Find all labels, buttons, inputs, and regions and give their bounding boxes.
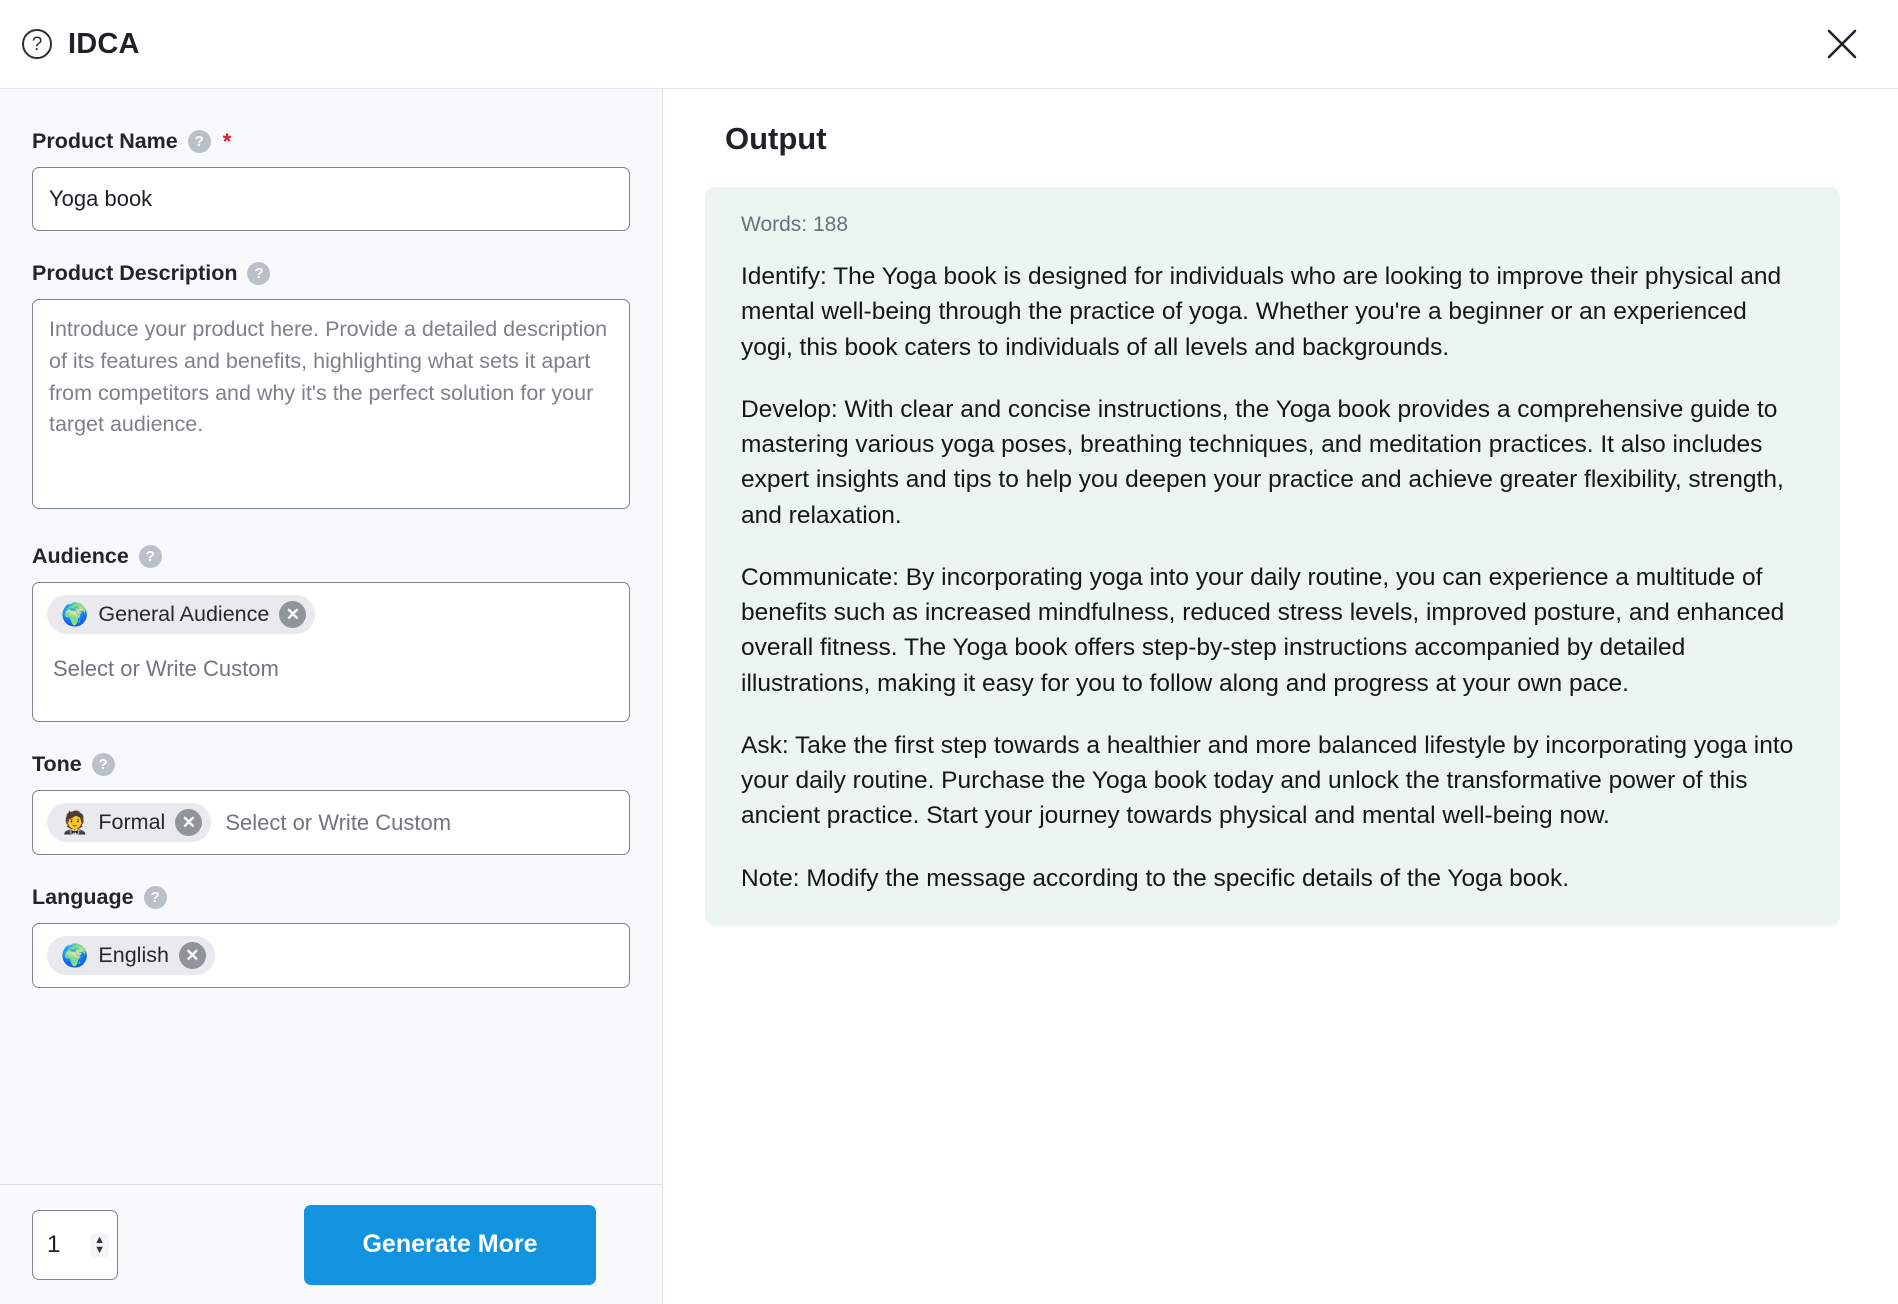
chip-remove-icon[interactable]: ✕: [175, 809, 203, 836]
word-count-label: Words: 188: [741, 213, 848, 236]
form-panel: Product Name ? * Product Description ?: [0, 89, 663, 1304]
output-paragraph-ask: Ask: Take the first step towards a healt…: [741, 731, 1794, 830]
help-icon-audience[interactable]: ?: [138, 545, 162, 568]
help-icon-product-name[interactable]: ?: [187, 130, 211, 153]
close-icon[interactable]: [1820, 22, 1864, 66]
product-name-input[interactable]: [32, 167, 630, 231]
chevron-up-icon[interactable]: ▲: [94, 1234, 105, 1245]
page-title: IDCA: [68, 27, 140, 60]
modal-body: Product Name ? * Product Description ?: [0, 89, 1898, 1304]
help-icon-product-description[interactable]: ?: [247, 262, 271, 285]
form-scroll-area[interactable]: Product Name ? * Product Description ?: [0, 89, 662, 1184]
form-footer: 1 ▲ ▼ Generate More: [0, 1184, 662, 1304]
tone-chip-input[interactable]: 🤵 Formal ✕ Select or Write Custom: [32, 790, 630, 855]
chip-general-audience: 🌍 General Audience ✕: [47, 595, 316, 634]
tone-placeholder: Select or Write Custom: [225, 809, 452, 835]
field-product-description: Product Description ?: [32, 261, 630, 514]
globe-icon: 🌍: [61, 942, 89, 968]
modal-titlebar: ? IDCA: [0, 0, 1898, 89]
chevron-down-icon[interactable]: ▼: [94, 1244, 105, 1255]
audience-label: Audience: [32, 544, 129, 568]
language-label-row: Language ?: [32, 885, 630, 910]
required-asterisk: *: [222, 128, 232, 154]
tone-label-row: Tone ?: [32, 752, 630, 777]
language-chip-input[interactable]: 🌍 English ✕: [32, 923, 630, 988]
chip-formal: 🤵 Formal ✕: [47, 803, 212, 842]
stepper-spinners: ▲ ▼: [90, 1232, 109, 1257]
globe-icon: 🌍: [61, 601, 89, 627]
help-icon-language[interactable]: ?: [143, 886, 167, 909]
audience-label-row: Audience ?: [32, 544, 630, 569]
chip-english: 🌍 English ✕: [47, 936, 215, 975]
product-name-label-row: Product Name ? *: [32, 129, 630, 154]
audience-placeholder: Select or Write Custom: [53, 656, 279, 681]
title-group: ? IDCA: [22, 28, 140, 61]
output-title: Output: [725, 121, 827, 156]
help-icon-tone[interactable]: ?: [91, 753, 115, 776]
chip-label: Formal: [98, 809, 166, 834]
chip-remove-icon[interactable]: ✕: [178, 942, 206, 969]
output-paragraph-note: Note: Modify the message according to th…: [741, 864, 1570, 892]
product-description-label: Product Description: [32, 261, 238, 285]
output-card: Words: 188 Identify: The Yoga book is de…: [705, 187, 1840, 926]
tone-label: Tone: [32, 752, 82, 776]
product-name-label: Product Name: [32, 129, 178, 153]
audience-chip-input[interactable]: 🌍 General Audience ✕ Select or Write Cus…: [32, 582, 630, 722]
idca-modal: ? IDCA Product Name ? * Yoga book Produc…: [0, 0, 1898, 1304]
output-panel: Output Words: 188 Identify: The Yoga boo…: [663, 89, 1898, 1304]
chip-label: English: [98, 942, 169, 967]
chip-remove-icon[interactable]: ✕: [279, 601, 307, 628]
field-tone: Tone ? 🤵 Formal ✕ Select or Write Custom: [32, 752, 630, 855]
field-audience: Audience ? 🌍 General Audience ✕ Select o…: [32, 544, 630, 722]
language-label: Language: [32, 885, 134, 909]
chip-label: General Audience: [98, 601, 270, 626]
output-paragraph-develop: Develop: With clear and concise instruct…: [741, 395, 1784, 529]
person-in-suit-icon: 🤵: [61, 809, 89, 835]
quantity-value: 1: [47, 1230, 61, 1258]
quantity-stepper[interactable]: 1 ▲ ▼: [32, 1209, 118, 1280]
field-language: Language ? 🌍 English ✕: [32, 885, 630, 988]
product-description-label-row: Product Description ?: [32, 261, 630, 286]
output-paragraph-identify: Identify: The Yoga book is designed for …: [741, 263, 1782, 361]
field-product-name: Product Name ? *: [32, 129, 630, 231]
question-mark-circle-icon[interactable]: ?: [22, 29, 52, 59]
product-description-textarea[interactable]: [32, 299, 630, 509]
generate-more-button[interactable]: Generate More: [304, 1204, 596, 1285]
output-paragraph-communicate: Communicate: By incorporating yoga into …: [741, 563, 1785, 697]
